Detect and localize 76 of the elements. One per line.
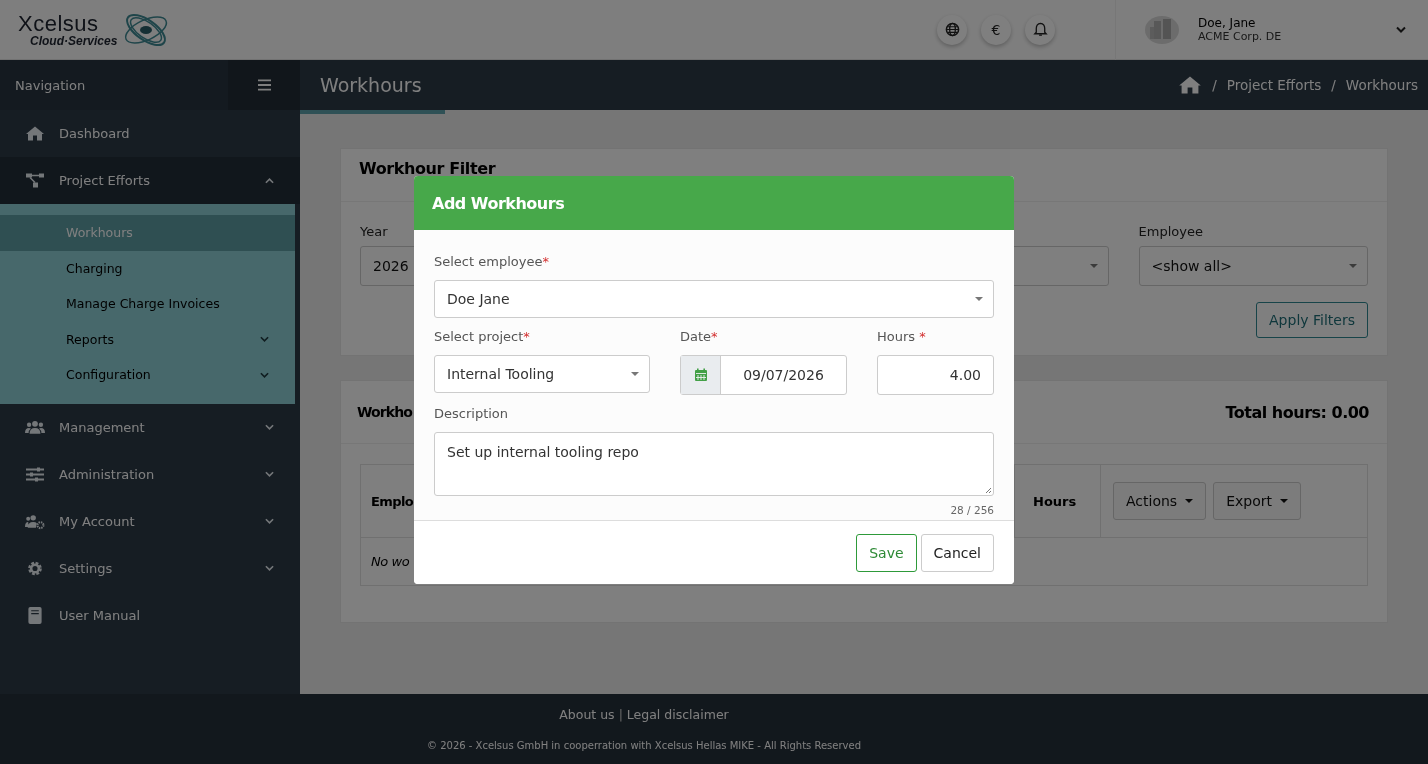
home-icon[interactable]: [1178, 75, 1203, 95]
copyright-text: © 2026 - Xcelsus GmbH in cooperration with Xcelsus Hellas MIKE - All Rights Reserved: [427, 740, 861, 751]
filter-label: Employee: [1138, 224, 1203, 240]
caret-icon: [1279, 499, 1288, 503]
legal-link[interactable]: Legal disclaimer: [626, 707, 729, 722]
book-icon: [25, 606, 45, 624]
total-hours: Total hours: 0.00: [1225, 402, 1369, 422]
sidebar-item[interactable]: Settings: [0, 544, 300, 592]
logo-tagline: Cloud·Services: [30, 34, 118, 47]
date-field[interactable]: 09/07/2026: [680, 355, 847, 395]
dropdown-button[interactable]: Export: [1213, 482, 1301, 520]
field-label: Select employee*: [434, 254, 549, 269]
caret-icon: [1349, 264, 1357, 268]
column-header: Hours: [1033, 493, 1077, 509]
submenu-item[interactable]: Configuration: [0, 357, 295, 393]
sitemap-icon: [25, 172, 45, 189]
sliders-icon: [25, 465, 45, 483]
breadcrumb-item[interactable]: Project Efforts: [1226, 77, 1322, 93]
menu-icon: [257, 79, 271, 91]
dialog-title: Add Workhours: [432, 193, 565, 213]
logo-name: Xcelsus: [18, 12, 100, 35]
caret-icon: [1089, 264, 1098, 268]
apply-filters-button[interactable]: Apply Filters: [1256, 302, 1368, 338]
users-icon: [25, 418, 45, 436]
description-field[interactable]: Set up internal tooling repo: [434, 432, 994, 496]
caret-icon: [1185, 499, 1194, 503]
calendar-icon: [693, 368, 708, 382]
gear-icon: [25, 559, 45, 577]
chevron-down-icon: [1396, 26, 1406, 33]
breadcrumb-separator: /: [1212, 77, 1217, 93]
cancel-button[interactable]: Cancel: [920, 534, 994, 572]
dropdown-button[interactable]: Actions: [1113, 482, 1207, 520]
chevron-up-icon: [265, 177, 274, 184]
sidebar-item[interactable]: Dashboard: [0, 110, 300, 157]
column-header: Emplo: [371, 493, 414, 509]
field-label: Description: [434, 406, 509, 421]
empty-table-message: No wo: [371, 554, 410, 569]
about-link[interactable]: About us: [559, 707, 615, 722]
breadcrumb-item: Workhours: [1345, 77, 1418, 93]
currency-button[interactable]: €: [981, 14, 1011, 45]
building-avatar-icon: [1144, 14, 1180, 45]
notifications-button[interactable]: [1025, 14, 1055, 45]
field-label: Hours *: [877, 329, 926, 344]
project-select[interactable]: Internal Tooling: [434, 355, 650, 393]
user-company: ACME Corp. DE: [1198, 30, 1282, 43]
caret-icon: [975, 297, 983, 301]
character-counter: 28 / 256: [950, 504, 994, 516]
sidebar-item[interactable]: My Account: [0, 497, 300, 545]
sidebar-item[interactable]: Project Efforts: [0, 157, 300, 204]
submenu-item[interactable]: Reports: [0, 321, 295, 357]
sidebar-title: Navigation: [15, 77, 86, 93]
caret-icon: [631, 372, 639, 376]
filter-label: Year: [360, 224, 388, 240]
users-gear-icon: [25, 512, 45, 530]
page-title: Workhours: [320, 74, 422, 96]
sidebar-item[interactable]: Administration: [0, 450, 300, 498]
user-menu[interactable]: Doe, Jane ACME Corp. DE: [1115, 0, 1406, 60]
hours-field[interactable]: 4.00: [877, 355, 994, 395]
bell-icon: [1032, 22, 1048, 37]
globe-icon: [944, 22, 960, 37]
field-label: Date*: [680, 329, 718, 344]
resize-handle-icon[interactable]: [984, 486, 992, 494]
employee-select[interactable]: Doe Jane: [434, 280, 994, 318]
card-title: Workhour Filter: [359, 158, 496, 178]
card-title: Workho: [357, 404, 412, 420]
filter-dropdown[interactable]: <show all>: [1138, 246, 1368, 286]
home-icon: [25, 125, 45, 142]
user-name: Doe, Jane: [1198, 16, 1256, 30]
sidebar-item[interactable]: Management: [0, 403, 300, 451]
breadcrumb-separator: /: [1331, 77, 1336, 93]
save-button[interactable]: Save: [856, 534, 917, 572]
submenu-item[interactable]: Manage Charge Invoices: [0, 286, 295, 322]
sidebar-item[interactable]: User Manual: [0, 591, 300, 639]
link-divider: |: [618, 707, 623, 722]
language-button[interactable]: [937, 14, 967, 45]
field-label: Select project*: [434, 329, 530, 344]
